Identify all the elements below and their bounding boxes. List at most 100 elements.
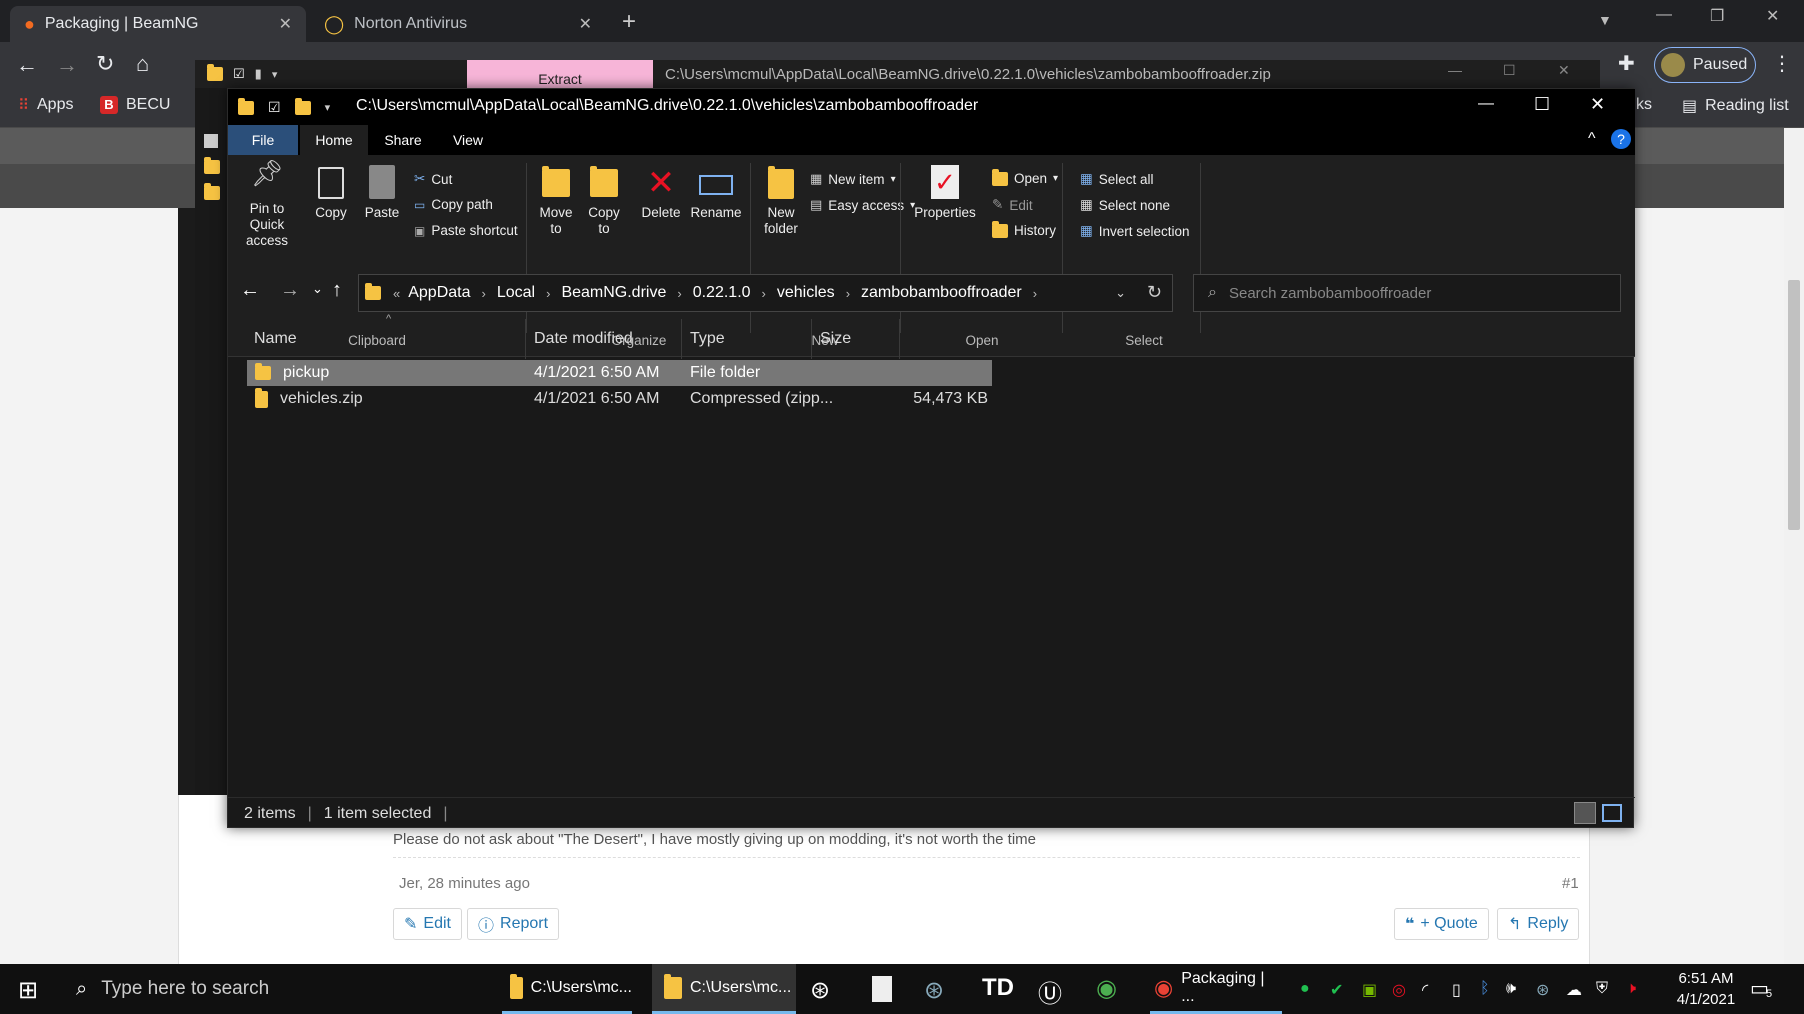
breadcrumb-beamng[interactable]: BeamNG.drive xyxy=(561,284,666,302)
page-scrollbar[interactable] xyxy=(1784,128,1804,964)
close-tab-icon[interactable]: ✕ xyxy=(579,14,592,34)
chevron-right-icon[interactable]: › xyxy=(677,286,681,301)
new-tab-icon[interactable]: + xyxy=(622,8,636,36)
tab-packaging-beamng[interactable]: ● Packaging | BeamNG ✕ xyxy=(10,6,306,42)
quote-button[interactable]: ❝ + Quote xyxy=(1394,908,1489,940)
notepad-icon[interactable] xyxy=(872,976,892,1002)
chevron-right-icon[interactable]: › xyxy=(846,286,850,301)
column-date-modified[interactable]: Date modified xyxy=(526,319,682,359)
chevron-right-icon[interactable]: › xyxy=(1033,286,1037,301)
properties-check-icon[interactable]: ☑ xyxy=(233,66,245,82)
post-meta[interactable]: Jer, 28 minutes ago xyxy=(399,875,530,892)
column-name[interactable]: Name xyxy=(246,319,526,359)
usb-icon[interactable]: ▯ xyxy=(1452,980,1461,1000)
reload-icon[interactable]: ↻ xyxy=(96,51,114,77)
properties-check-icon[interactable]: ☑ xyxy=(268,99,281,116)
unreal-engine-icon[interactable]: Ⓤ xyxy=(1038,974,1062,1009)
profile-button[interactable]: Paused xyxy=(1654,47,1756,83)
reading-list-button[interactable]: ▤ Reading list xyxy=(1682,96,1789,116)
paste-shortcut-button[interactable]: ▣ Paste shortcut xyxy=(414,223,518,238)
copy-path-button[interactable]: ▭ Copy path xyxy=(414,197,493,212)
up-icon[interactable]: ↑ xyxy=(332,279,342,302)
address-history-dropdown-icon[interactable]: ⌄ xyxy=(1115,285,1126,301)
cut-button[interactable]: ✂ Cut xyxy=(414,171,452,187)
taskbar-search[interactable]: ⌕ Type here to search xyxy=(62,964,496,1014)
bookmark-truncated[interactable]: ks xyxy=(1636,96,1652,114)
wifi-icon[interactable]: ◜ xyxy=(1422,980,1428,1000)
td-app-icon[interactable]: TD xyxy=(982,974,1014,1002)
invert-selection-button[interactable]: ▦ Invert selection xyxy=(1080,223,1190,239)
scrollbar-thumb[interactable] xyxy=(1788,280,1800,530)
refresh-icon[interactable]: ↻ xyxy=(1147,282,1162,303)
back-icon[interactable]: ← xyxy=(240,279,260,302)
page-icon[interactable]: ▮ xyxy=(255,66,262,82)
address-bar[interactable]: « AppData › Local › BeamNG.drive › 0.22.… xyxy=(358,274,1173,312)
edit-file-button[interactable]: ✎ Edit xyxy=(992,197,1033,213)
help-icon[interactable]: ? xyxy=(1611,129,1631,149)
tray-green-icon[interactable]: ● xyxy=(1300,980,1310,998)
steam-tray-icon[interactable]: ⊛ xyxy=(1536,980,1549,1000)
new-item-button[interactable]: ▦ New item ▾ xyxy=(810,171,896,187)
home-icon[interactable]: ⌂ xyxy=(136,51,149,77)
new-folder-icon[interactable] xyxy=(294,97,311,115)
minimize-icon[interactable]: — xyxy=(1478,95,1494,113)
bluetooth-icon[interactable]: ᛒ xyxy=(1480,980,1490,998)
steam-alt-icon[interactable]: ⊛ xyxy=(924,976,944,1005)
back-icon[interactable]: ← xyxy=(16,52,38,78)
history-button[interactable]: History xyxy=(992,220,1056,238)
taskbar-app-chrome[interactable]: ◉ Packaging | ... xyxy=(1150,964,1282,1014)
details-view-icon[interactable] xyxy=(1574,802,1596,824)
chevron-right-icon[interactable]: › xyxy=(482,286,486,301)
open-button[interactable]: Open ▾ xyxy=(992,168,1058,186)
volume-icon[interactable]: 🕪︎ xyxy=(1506,980,1516,998)
close-window-icon[interactable]: ✕ xyxy=(1766,6,1779,26)
muted-speaker-icon[interactable]: 🕨︎ xyxy=(1626,980,1636,998)
select-all-button[interactable]: ▦ Select all xyxy=(1080,171,1154,187)
onedrive-icon[interactable]: ☁ xyxy=(1566,980,1582,1000)
file-row-vehicles-zip[interactable]: vehicles.zip 4/1/2021 6:50 AM Compressed… xyxy=(247,386,992,412)
zip-maximize-icon[interactable]: ☐ xyxy=(1503,62,1516,79)
column-size[interactable]: Size xyxy=(812,319,900,359)
overflow-chevron-icon[interactable]: « xyxy=(393,286,400,301)
taskbar-app-explorer[interactable]: C:\Users\mc... xyxy=(652,964,796,1014)
chrome-alt-icon[interactable]: ◉ xyxy=(1096,974,1117,1003)
delete-button[interactable]: ✕ Delete xyxy=(638,165,684,221)
extract-tab[interactable]: Extract xyxy=(467,60,653,88)
copy-to-button[interactable]: Copy to xyxy=(582,165,626,237)
copy-button[interactable]: Copy xyxy=(310,165,352,221)
breadcrumb-vehicles[interactable]: vehicles xyxy=(777,284,835,302)
reply-button[interactable]: ↰ Reply xyxy=(1497,908,1580,940)
report-button[interactable]: ⓘ Report xyxy=(467,908,560,940)
breadcrumb-current[interactable]: zambobambooffroader xyxy=(861,284,1022,302)
clock[interactable]: 6:51 AM 4/1/2021 xyxy=(1658,968,1754,1010)
norton-tray-icon[interactable]: ✔ xyxy=(1330,980,1343,1000)
breadcrumb-appdata[interactable]: AppData xyxy=(408,284,470,302)
post-number[interactable]: #1 xyxy=(1562,875,1579,892)
bookmark-becu[interactable]: B BECU xyxy=(100,96,170,114)
forward-icon[interactable]: → xyxy=(280,279,300,302)
chevron-right-icon[interactable]: › xyxy=(546,286,550,301)
pin-to-quick-access-button[interactable]: 📌︎ Pin to Quick access xyxy=(234,160,300,249)
windows-start-icon[interactable]: ⊞ xyxy=(18,976,38,1005)
taskbar-search-input[interactable]: Type here to search xyxy=(101,978,269,1000)
taskbar-app-zip-explorer[interactable]: C:\Users\mc... xyxy=(502,964,632,1014)
zip-minimize-icon[interactable]: — xyxy=(1448,62,1462,78)
restore-icon[interactable]: ❐ xyxy=(1710,6,1724,26)
extensions-icon[interactable]: ✚ xyxy=(1618,51,1635,76)
new-folder-button[interactable]: New folder xyxy=(756,165,806,237)
chevron-right-icon[interactable]: › xyxy=(762,286,766,301)
close-tab-icon[interactable]: ✕ xyxy=(279,14,292,34)
maximize-icon[interactable]: ☐ xyxy=(1534,94,1550,115)
minimize-icon[interactable]: — xyxy=(1656,6,1672,24)
breadcrumb-local[interactable]: Local xyxy=(497,284,535,302)
tab-file[interactable]: File xyxy=(228,125,298,155)
menu-icon[interactable]: ⋮ xyxy=(1772,51,1792,76)
collapse-ribbon-icon[interactable]: ^ xyxy=(1588,130,1596,148)
tab-home[interactable]: Home xyxy=(300,125,368,155)
search-input[interactable]: Search zambobambooffroader xyxy=(1229,285,1431,302)
nvidia-tray-icon[interactable]: ▣ xyxy=(1362,980,1377,1000)
rename-button[interactable]: Rename xyxy=(688,165,744,221)
large-icons-view-icon[interactable] xyxy=(1602,804,1622,822)
tab-search-icon[interactable]: ▼ xyxy=(1598,12,1612,28)
edit-button[interactable]: ✎ Edit xyxy=(393,908,462,940)
